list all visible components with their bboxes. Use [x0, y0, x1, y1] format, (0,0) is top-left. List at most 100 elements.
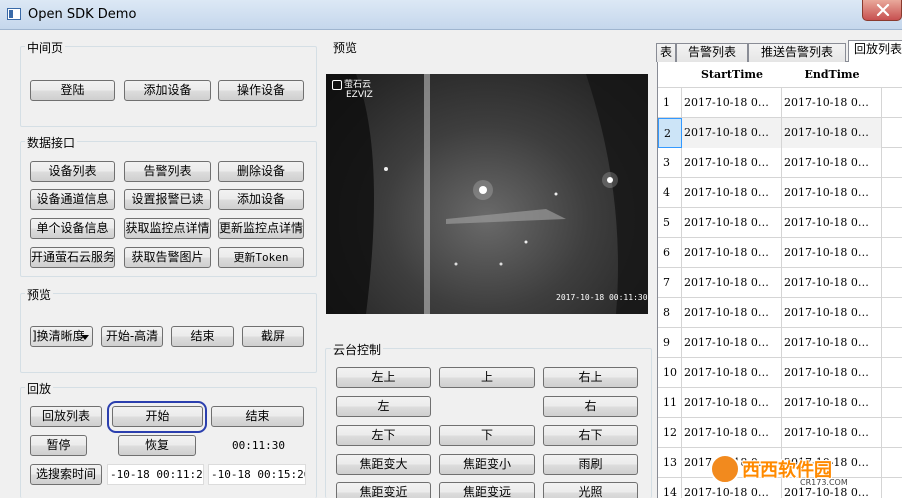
- row-index-cell[interactable]: 5: [658, 208, 682, 238]
- login-button[interactable]: 登陆: [30, 80, 115, 101]
- quality-select[interactable]: ]换清晰度: [30, 326, 93, 347]
- row-index-cell[interactable]: 9: [658, 328, 682, 358]
- end-time-cell[interactable]: 2017-10-18 0…: [782, 88, 882, 118]
- single-device-info-button[interactable]: 单个设备信息: [30, 218, 115, 239]
- get-camera-detail-button[interactable]: 获取监控点详情: [124, 218, 211, 239]
- end-time-cell[interactable]: 2017-10-18 0…: [782, 418, 882, 448]
- row-index-cell[interactable]: 2: [658, 118, 682, 148]
- light-button[interactable]: 光照: [543, 482, 638, 498]
- table-row[interactable]: 3 2017-10-18 0… 2017-10-18 0…: [658, 148, 902, 178]
- start-time-cell[interactable]: 2017-10-18 0…: [682, 388, 782, 418]
- wiper-button[interactable]: 雨刷: [543, 454, 638, 475]
- row-index-cell[interactable]: 12: [658, 418, 682, 448]
- table-row[interactable]: 12 2017-10-18 0… 2017-10-18 0…: [658, 418, 902, 448]
- table-row[interactable]: 4 2017-10-18 0… 2017-10-18 0…: [658, 178, 902, 208]
- start-time-cell[interactable]: 2017-10-18 0…: [682, 418, 782, 448]
- add-device-api-button[interactable]: 添加设备: [218, 189, 304, 210]
- column-header-end-time[interactable]: EndTime: [782, 62, 882, 88]
- enable-ezviz-service-button[interactable]: 开通萤石云服务: [30, 247, 115, 268]
- start-preview-hd-button[interactable]: 开始-高清: [101, 326, 163, 347]
- table-row[interactable]: 9 2017-10-18 0… 2017-10-18 0…: [658, 328, 902, 358]
- end-time-cell[interactable]: 2017-10-18 0…: [782, 358, 882, 388]
- end-time-cell[interactable]: 2017-10-18 0…: [782, 268, 882, 298]
- set-alarm-read-button[interactable]: 设置报警已读: [124, 189, 211, 210]
- device-list-button[interactable]: 设备列表: [30, 161, 115, 182]
- start-time-cell[interactable]: 2017-10-18 0…: [682, 178, 782, 208]
- row-index-cell[interactable]: 8: [658, 298, 682, 328]
- row-index-cell[interactable]: 13: [658, 448, 682, 478]
- table-row[interactable]: 10 2017-10-18 0… 2017-10-18 0…: [658, 358, 902, 388]
- end-time-cell[interactable]: 2017-10-18 0…: [782, 208, 882, 238]
- row-index-cell[interactable]: 1: [658, 88, 682, 118]
- zoom-out-button[interactable]: 焦距变小: [439, 454, 535, 475]
- row-index-cell[interactable]: 14: [658, 478, 682, 498]
- start-time-cell[interactable]: 2017-10-18 0…: [682, 88, 782, 118]
- ptz-up-right-button[interactable]: 右上: [543, 367, 638, 388]
- start-time-cell[interactable]: 2017-10-18 0…: [682, 118, 782, 148]
- resume-button[interactable]: 恢复: [118, 435, 196, 456]
- pause-button[interactable]: 暂停: [30, 435, 87, 456]
- close-window-button[interactable]: [862, 0, 902, 21]
- row-index-cell[interactable]: 4: [658, 178, 682, 208]
- stop-playback-button[interactable]: 结束: [211, 406, 304, 427]
- annotation-circle: [107, 401, 207, 433]
- tab-push-alarm-list[interactable]: 推送告警列表: [748, 43, 846, 62]
- device-channel-info-button[interactable]: 设备通道信息: [30, 189, 115, 210]
- start-time-cell[interactable]: 2017-10-18 0…: [682, 238, 782, 268]
- ptz-down-button[interactable]: 下: [439, 425, 535, 446]
- row-index-cell[interactable]: 3: [658, 148, 682, 178]
- update-token-button[interactable]: 更新Token: [218, 247, 304, 268]
- add-device-button[interactable]: 添加设备: [124, 80, 211, 101]
- alarm-list-button[interactable]: 告警列表: [124, 161, 211, 182]
- table-row[interactable]: 5 2017-10-18 0… 2017-10-18 0…: [658, 208, 902, 238]
- end-time-cell[interactable]: 2017-10-18 0…: [782, 388, 882, 418]
- update-camera-detail-button[interactable]: 更新监控点详情: [218, 218, 304, 239]
- end-time-cell[interactable]: 2017-10-18 0…: [782, 178, 882, 208]
- table-row[interactable]: 8 2017-10-18 0… 2017-10-18 0…: [658, 298, 902, 328]
- stop-preview-button[interactable]: 结束: [171, 326, 234, 347]
- start-time-cell[interactable]: 2017-10-18 0…: [682, 298, 782, 328]
- focus-near-button[interactable]: 焦距变近: [336, 482, 431, 498]
- ptz-up-left-button[interactable]: 左上: [336, 367, 431, 388]
- focus-far-button[interactable]: 焦距变远: [439, 482, 535, 498]
- table-row[interactable]: 11 2017-10-18 0… 2017-10-18 0…: [658, 388, 902, 418]
- end-time-cell[interactable]: 2017-10-18 0…: [782, 298, 882, 328]
- ptz-down-right-button[interactable]: 右下: [543, 425, 638, 446]
- tab-playback-list[interactable]: 回放列表: [848, 40, 902, 62]
- table-row[interactable]: 7 2017-10-18 0… 2017-10-18 0…: [658, 268, 902, 298]
- table-row[interactable]: 1 2017-10-18 0… 2017-10-18 0…: [658, 88, 902, 118]
- start-time-cell[interactable]: 2017-10-18 0…: [682, 268, 782, 298]
- search-end-time-field[interactable]: -10-18 00:15:26: [208, 464, 306, 485]
- start-time-cell[interactable]: 2017-10-18 0…: [682, 328, 782, 358]
- zoom-in-button[interactable]: 焦距变大: [336, 454, 431, 475]
- tab-list-partial[interactable]: 表: [656, 43, 676, 62]
- end-time-cell[interactable]: 2017-10-18 0…: [782, 118, 882, 148]
- search-start-time-field[interactable]: -10-18 00:11:26: [107, 464, 204, 485]
- ptz-right-button[interactable]: 右: [543, 396, 638, 417]
- row-index-cell[interactable]: 6: [658, 238, 682, 268]
- row-index-cell[interactable]: 7: [658, 268, 682, 298]
- table-row[interactable]: 6 2017-10-18 0… 2017-10-18 0…: [658, 238, 902, 268]
- end-time-cell[interactable]: 2017-10-18 0…: [782, 328, 882, 358]
- tab-alarm-list[interactable]: 告警列表: [676, 43, 748, 62]
- start-time-cell[interactable]: 2017-10-18 0…: [682, 148, 782, 178]
- ptz-left-button[interactable]: 左: [336, 396, 431, 417]
- start-time-cell[interactable]: 2017-10-18 0…: [682, 208, 782, 238]
- select-search-time-button[interactable]: 选搜索时间: [30, 464, 102, 485]
- operate-device-button[interactable]: 操作设备: [218, 80, 304, 101]
- delete-device-button[interactable]: 删除设备: [218, 161, 304, 182]
- get-alarm-picture-button[interactable]: 获取告警图片: [124, 247, 211, 268]
- row-index-cell[interactable]: 10: [658, 358, 682, 388]
- end-time-cell[interactable]: 2017-10-18 0…: [782, 238, 882, 268]
- start-time-cell[interactable]: 2017-10-18 0…: [682, 358, 782, 388]
- screenshot-button[interactable]: 截屏: [242, 326, 304, 347]
- column-header-start-time[interactable]: StartTime: [682, 62, 782, 88]
- ptz-up-button[interactable]: 上: [439, 367, 535, 388]
- row-index-cell[interactable]: 11: [658, 388, 682, 418]
- ptz-down-left-button[interactable]: 左下: [336, 425, 431, 446]
- end-time-cell[interactable]: 2017-10-18 0…: [782, 148, 882, 178]
- table-row[interactable]: 2 2017-10-18 0… 2017-10-18 0…: [658, 118, 902, 148]
- video-view[interactable]: 萤石云 EZVIZ 2017-10-18 00:11:30: [326, 74, 648, 314]
- watermark: 西西软件园 CR173.COM: [710, 452, 880, 490]
- playback-list-button[interactable]: 回放列表: [30, 406, 102, 427]
